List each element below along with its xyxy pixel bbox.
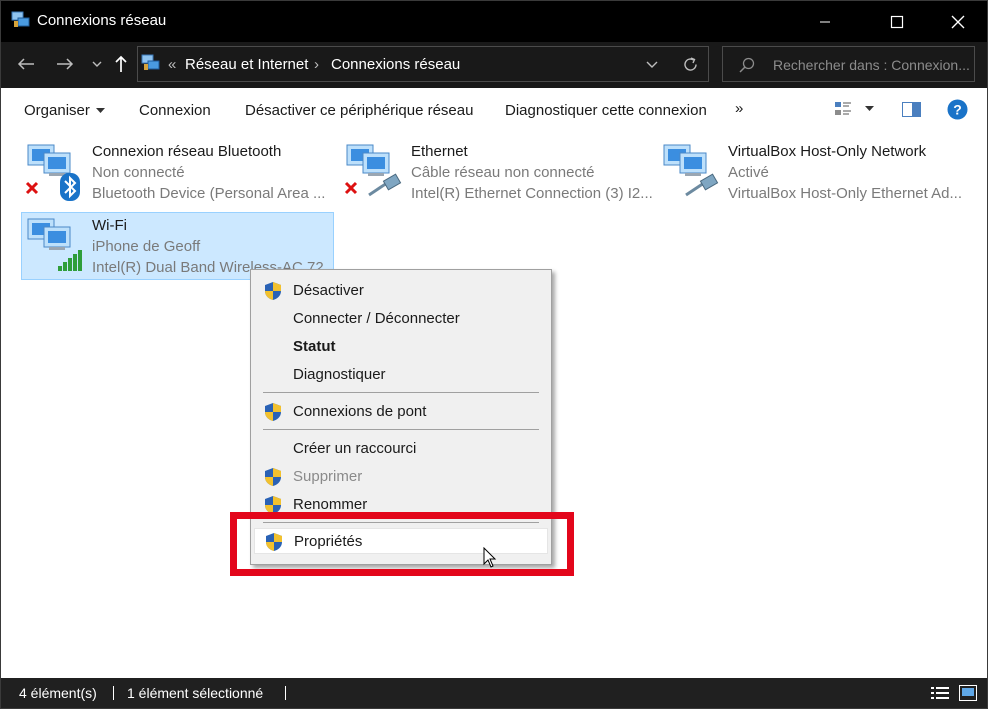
item-status: Activé bbox=[728, 164, 769, 181]
address-bar[interactable]: « Réseau et Internet › Connexions réseau bbox=[137, 46, 709, 82]
menu-item-label: Connexions de pont bbox=[293, 403, 427, 420]
minimize-button[interactable] bbox=[801, 1, 849, 42]
details-view-icon[interactable] bbox=[931, 686, 949, 700]
organize-menu[interactable]: Organiser bbox=[24, 102, 105, 119]
search-icon bbox=[739, 57, 755, 73]
svg-text:?: ? bbox=[953, 102, 962, 118]
menu-item-label: Renommer bbox=[293, 496, 368, 513]
item-name: Connexion réseau Bluetooth bbox=[92, 143, 282, 160]
preview-pane-icon[interactable] bbox=[902, 102, 921, 117]
forward-button[interactable] bbox=[54, 53, 76, 75]
window-title: Connexions réseau bbox=[37, 12, 167, 29]
selection-count: 1 élément sélectionné bbox=[127, 685, 264, 701]
help-icon[interactable]: ? bbox=[947, 99, 968, 120]
item-device: VirtualBox Host-Only Ethernet Ad... bbox=[728, 185, 963, 202]
refresh-icon[interactable] bbox=[682, 56, 699, 73]
status-divider bbox=[285, 686, 286, 700]
network-folder-icon bbox=[141, 54, 160, 70]
command-bar: Organiser Connexion Désactiver ce périph… bbox=[1, 88, 987, 132]
status-divider bbox=[113, 686, 114, 700]
connect-button[interactable]: Connexion bbox=[139, 102, 211, 119]
item-name: VirtualBox Host-Only Network bbox=[728, 143, 927, 160]
explorer-window: Connexions réseau « Réseau et Internet ›… bbox=[0, 0, 988, 709]
organize-label: Organiser bbox=[24, 102, 90, 119]
title-bar: Connexions réseau bbox=[1, 1, 987, 42]
item-name: Ethernet bbox=[411, 143, 468, 160]
forward-arrow-icon bbox=[57, 58, 74, 70]
back-arrow-icon bbox=[17, 58, 34, 70]
mouse-cursor-icon bbox=[483, 547, 497, 568]
close-button[interactable] bbox=[934, 1, 982, 42]
network-item-virtualbox[interactable]: VirtualBox Host-Only Network Activé Virt… bbox=[658, 139, 978, 205]
menu-item-connecter[interactable]: Connecter / Déconnecter bbox=[254, 306, 548, 332]
item-device: Bluetooth Device (Personal Area ... bbox=[92, 185, 326, 202]
menu-item-label: Statut bbox=[293, 338, 336, 355]
status-bar: 4 élément(s) 1 élément sélectionné bbox=[1, 678, 987, 708]
up-arrow-icon bbox=[115, 55, 127, 72]
search-box[interactable]: Rechercher dans : Connexion... bbox=[722, 46, 975, 82]
maximize-button[interactable] bbox=[873, 1, 921, 42]
uac-shield-icon bbox=[265, 403, 281, 421]
item-status: Non connecté bbox=[92, 164, 185, 181]
breadcrumb-overflow[interactable]: « bbox=[168, 56, 176, 73]
disable-device-button[interactable]: Désactiver ce périphérique réseau bbox=[245, 102, 473, 119]
up-button[interactable] bbox=[110, 53, 132, 75]
caret-down-icon bbox=[95, 108, 105, 114]
uac-shield-icon bbox=[265, 468, 281, 486]
item-count: 4 élément(s) bbox=[19, 685, 97, 701]
maximize-icon bbox=[890, 15, 904, 28]
menu-item-statut[interactable]: Statut bbox=[254, 334, 548, 360]
network-connections-icon bbox=[11, 11, 30, 27]
menu-item-label: Connecter / Déconnecter bbox=[293, 310, 460, 327]
wifi-adapter-icon bbox=[27, 218, 82, 271]
view-options-caret-icon[interactable] bbox=[865, 106, 874, 112]
menu-item-desactiver[interactable]: Désactiver bbox=[254, 278, 548, 304]
menu-item-label: Diagnostiquer bbox=[293, 366, 386, 383]
chevron-down-icon bbox=[92, 61, 102, 67]
bluetooth-adapter-disconnected-icon bbox=[25, 144, 80, 201]
breadcrumb-reseau-internet[interactable]: Réseau et Internet bbox=[185, 56, 308, 73]
menu-item-label: Désactiver bbox=[293, 282, 364, 299]
network-item-ethernet[interactable]: Ethernet Câble réseau non connecté Intel… bbox=[341, 139, 653, 205]
menu-item-diagnostiquer[interactable]: Diagnostiquer bbox=[254, 362, 548, 388]
menu-item-creer-raccourci[interactable]: Créer un raccourci bbox=[254, 436, 548, 462]
network-item-bluetooth[interactable]: Connexion réseau Bluetooth Non connecté … bbox=[22, 139, 332, 205]
menu-item-label: Créer un raccourci bbox=[293, 440, 417, 457]
diagnose-button[interactable]: Diagnostiquer cette connexion bbox=[505, 102, 707, 119]
address-dropdown-icon[interactable] bbox=[646, 61, 658, 69]
address-row: « Réseau et Internet › Connexions réseau… bbox=[1, 42, 987, 88]
menu-separator bbox=[263, 392, 539, 393]
highlight-box bbox=[230, 512, 574, 576]
uac-shield-icon bbox=[265, 282, 281, 300]
ethernet-adapter-disconnected-icon bbox=[344, 144, 402, 197]
menu-item-supprimer: Supprimer bbox=[254, 464, 548, 490]
close-icon bbox=[951, 15, 965, 28]
item-status: iPhone de Geoff bbox=[92, 238, 201, 255]
breadcrumb-connexions-reseau[interactable]: Connexions réseau bbox=[331, 56, 460, 73]
search-placeholder: Rechercher dans : Connexion... bbox=[773, 57, 970, 73]
large-icons-view-icon[interactable] bbox=[959, 685, 977, 701]
recent-locations-button[interactable] bbox=[86, 53, 108, 75]
minimize-icon bbox=[820, 21, 830, 22]
ethernet-adapter-icon bbox=[663, 144, 719, 197]
back-button[interactable] bbox=[15, 53, 37, 75]
menu-item-connexions-de-pont[interactable]: Connexions de pont bbox=[254, 399, 548, 425]
change-view-icon[interactable] bbox=[834, 101, 852, 117]
more-commands-button[interactable]: » bbox=[735, 100, 743, 117]
item-name: Wi-Fi bbox=[92, 217, 127, 234]
item-device: Intel(R) Ethernet Connection (3) I2... bbox=[411, 185, 653, 202]
breadcrumb-separator-icon: › bbox=[314, 56, 319, 73]
item-status: Câble réseau non connecté bbox=[411, 164, 595, 181]
menu-item-label: Supprimer bbox=[293, 468, 363, 485]
menu-separator bbox=[263, 429, 539, 430]
